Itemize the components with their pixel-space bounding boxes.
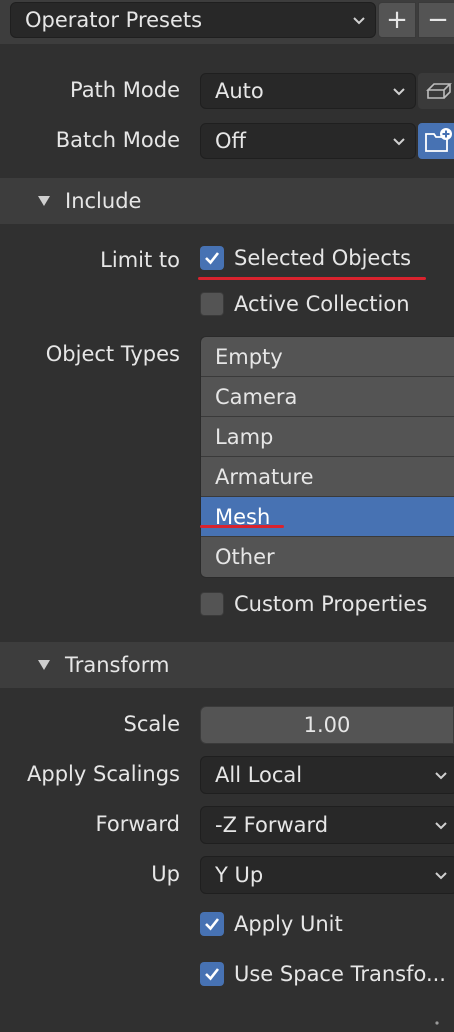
forward-axis-value: -Z Forward (215, 813, 329, 837)
operator-presets-dropdown[interactable]: Operator Presets (10, 2, 376, 38)
mesh-highlight-underline (200, 525, 284, 528)
chevron-down-icon (435, 772, 447, 780)
include-section-title: Include (65, 189, 142, 213)
chevron-down-icon (435, 822, 447, 830)
batch-mode-dropdown[interactable]: Off (200, 123, 416, 159)
checkmark-icon (205, 918, 220, 931)
object-type-lamp[interactable]: Lamp (201, 417, 454, 457)
resize-dots-icon (435, 1021, 439, 1025)
apply-unit-checkbox-row[interactable]: Apply Unit (200, 912, 343, 936)
plus-icon: + (386, 5, 408, 35)
apply-unit-label: Apply Unit (234, 912, 343, 936)
object-type-mesh[interactable]: Mesh (201, 497, 454, 537)
panel-resize-handle[interactable] (430, 1008, 444, 1025)
path-mode-label: Path Mode (69, 78, 180, 102)
transform-section-header[interactable]: Transform (0, 642, 454, 688)
object-types-label: Object Types (45, 342, 180, 366)
chevron-down-icon (393, 138, 405, 146)
scale-field[interactable]: 1.00 (200, 706, 454, 744)
custom-properties-label: Custom Properties (234, 592, 428, 616)
batch-own-dir-toggle[interactable] (418, 123, 454, 159)
up-axis-dropdown[interactable]: Y Up (200, 856, 454, 894)
forward-label: Forward (95, 812, 180, 836)
chevron-down-icon (393, 88, 405, 96)
scale-label: Scale (123, 712, 181, 736)
batch-mode-value: Off (215, 129, 246, 153)
use-space-transform-label: Use Space Transfo... (234, 962, 446, 986)
selected-objects-highlight-underline (198, 277, 426, 280)
object-types-list: Empty Camera Lamp Armature Mesh Other (200, 336, 454, 578)
active-collection-checkbox-row[interactable]: Active Collection (200, 292, 410, 316)
object-type-other[interactable]: Other (201, 537, 454, 577)
checkmark-icon (205, 252, 220, 265)
custom-properties-checkbox-row[interactable]: Custom Properties (200, 592, 427, 616)
apply-unit-checkbox[interactable] (200, 912, 224, 936)
limit-to-label: Limit to (100, 248, 180, 272)
scale-value: 1.00 (303, 713, 351, 737)
chevron-down-icon (435, 872, 447, 880)
path-mode-value: Auto (215, 79, 264, 103)
selected-objects-checkbox[interactable] (200, 246, 224, 270)
apply-scalings-dropdown[interactable]: All Local (200, 756, 454, 794)
use-space-transform-checkbox[interactable] (200, 962, 224, 986)
object-type-label: Camera (215, 384, 298, 409)
include-section-header[interactable]: Include (0, 178, 454, 224)
new-folder-icon (425, 128, 452, 152)
minus-icon: − (427, 5, 449, 35)
forward-axis-dropdown[interactable]: -Z Forward (200, 806, 454, 844)
chevron-down-icon (353, 17, 365, 25)
custom-properties-checkbox[interactable] (200, 592, 224, 616)
transform-section-title: Transform (65, 653, 170, 677)
collapse-triangle-icon (38, 196, 50, 206)
embed-textures-toggle[interactable] (418, 73, 454, 109)
object-type-armature[interactable]: Armature (201, 457, 454, 497)
batch-mode-label: Batch Mode (55, 128, 180, 152)
collapse-triangle-icon (38, 660, 50, 670)
object-type-camera[interactable]: Camera (201, 377, 454, 417)
up-label: Up (151, 862, 180, 886)
object-type-label: Armature (215, 464, 314, 489)
active-collection-checkbox[interactable] (200, 292, 224, 316)
remove-preset-button[interactable]: − (418, 2, 454, 38)
up-axis-value: Y Up (215, 863, 264, 887)
apply-scalings-label: Apply Scalings (27, 762, 180, 786)
operator-presets-label: Operator Presets (25, 8, 203, 32)
checkmark-icon (205, 968, 220, 981)
object-type-label: Other (215, 545, 275, 569)
object-type-empty[interactable]: Empty (201, 337, 454, 377)
path-mode-dropdown[interactable]: Auto (200, 73, 416, 109)
object-type-label: Empty (215, 344, 283, 369)
selected-objects-checkbox-row[interactable]: Selected Objects (200, 246, 411, 270)
selected-objects-label: Selected Objects (234, 246, 412, 270)
package-icon (426, 83, 452, 99)
use-space-transform-checkbox-row[interactable]: Use Space Transfo... (200, 962, 446, 986)
active-collection-label: Active Collection (234, 292, 410, 316)
object-type-label: Lamp (215, 424, 274, 449)
apply-scalings-value: All Local (215, 763, 303, 787)
add-preset-button[interactable]: + (378, 2, 416, 38)
